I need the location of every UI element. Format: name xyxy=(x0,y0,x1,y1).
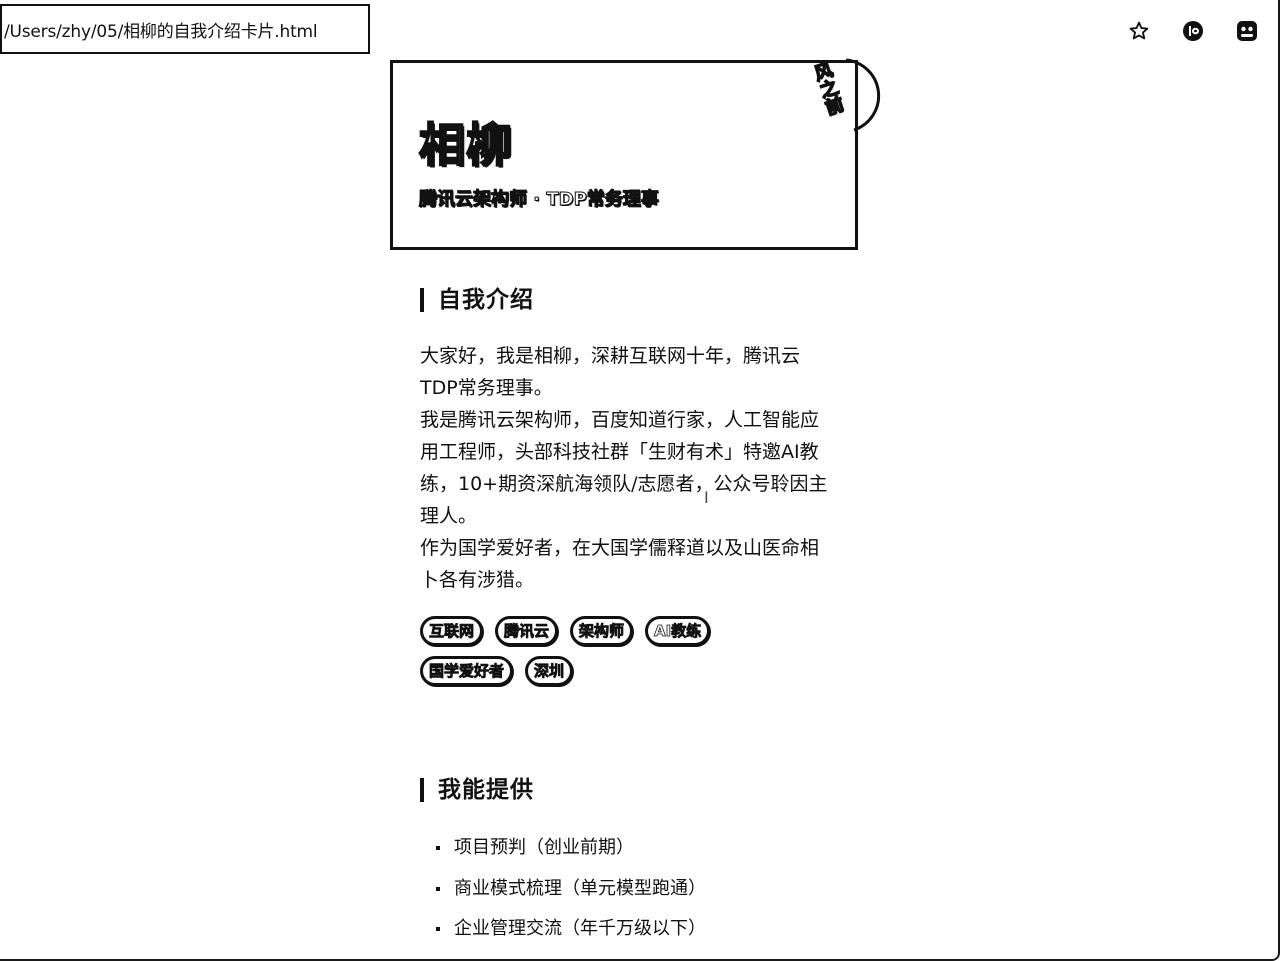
profile-subtitle: 腾讯云架构师 · TDP常务理事 xyxy=(419,189,660,211)
offer-item-label: 项目预判（创业前期） xyxy=(454,837,634,859)
list-item: 项目预判（创业前期） xyxy=(436,828,706,869)
tag-list: 互联网 腾讯云 架构师 AI教练 国学爱好者 深圳 xyxy=(420,616,760,686)
tag: 腾讯云 xyxy=(495,616,559,646)
tag: AI教练 xyxy=(645,616,711,646)
offer-item-label: 企业管理交流（年千万级以下） xyxy=(454,918,706,940)
text-cursor-icon: I xyxy=(704,488,709,507)
profile-icon[interactable] xyxy=(1234,18,1260,44)
address-bar[interactable]: /Users/zhy/05/相柳的自我介绍卡片.html xyxy=(0,4,370,54)
extension-icon[interactable] xyxy=(1180,18,1206,44)
intro-section-title: 自我介绍 xyxy=(420,288,534,312)
bullet-icon xyxy=(436,927,440,932)
profile-card-header: 相柳 腾讯云架构师 · TDP常务理事 xyxy=(390,60,858,250)
corner-ribbon: 风之前 xyxy=(806,58,886,138)
intro-paragraph: 作为国学爱好者，在大国学儒释道以及山医命相卜各有涉猎。 xyxy=(420,537,820,591)
bullet-icon xyxy=(436,886,440,891)
offer-section-title: 我能提供 xyxy=(420,778,534,802)
browser-toolbar xyxy=(1098,18,1260,44)
offer-list: 项目预判（创业前期） 商业模式梳理（单元模型跑通） 企业管理交流（年千万级以下） xyxy=(436,828,706,950)
list-item: 商业模式梳理（单元模型跑通） xyxy=(436,869,706,910)
tag: 架构师 xyxy=(570,616,634,646)
address-text: /Users/zhy/05/相柳的自我介绍卡片.html xyxy=(4,21,318,42)
star-icon[interactable] xyxy=(1126,18,1152,44)
tag: 国学爱好者 xyxy=(420,656,514,686)
intro-text: 大家好，我是相柳，深耕互联网十年，腾讯云TDP常务理事。 我是腾讯云架构师，百度… xyxy=(420,340,830,596)
tag: 互联网 xyxy=(420,616,484,646)
intro-paragraph: 大家好，我是相柳，深耕互联网十年，腾讯云TDP常务理事。 xyxy=(420,345,801,399)
list-item: 企业管理交流（年千万级以下） xyxy=(436,909,706,950)
bullet-icon xyxy=(436,846,440,851)
intro-paragraph: 我是腾讯云架构师，百度知道行家，人工智能应用工程师，头部科技社群「生财有术」特邀… xyxy=(420,409,828,527)
offer-item-label: 商业模式梳理（单元模型跑通） xyxy=(454,877,706,899)
profile-name: 相柳 xyxy=(418,117,513,173)
tag: 深圳 xyxy=(525,656,574,686)
